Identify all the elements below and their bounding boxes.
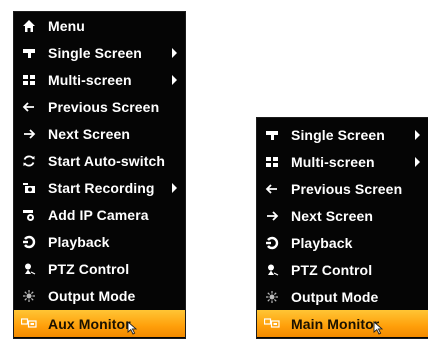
ptz-icon	[14, 262, 44, 276]
menu-item-label: Playback	[48, 234, 110, 251]
menu-item-label: Output Mode	[48, 288, 136, 305]
mouse-cursor-icon	[373, 320, 385, 338]
home-icon	[14, 19, 44, 33]
menu-item-label: Previous Screen	[48, 98, 160, 115]
menu-item-playback[interactable]: Playback	[14, 229, 185, 256]
context-menu-main: Single Screen Multi-screen Previous Scre…	[256, 117, 428, 339]
output-mode-icon	[257, 290, 287, 304]
menu-item-label: Next Screen	[48, 125, 131, 142]
recording-icon	[14, 181, 44, 195]
menu-item-start-auto-switch[interactable]: Start Auto-switch	[14, 147, 185, 174]
single-screen-icon	[257, 128, 287, 142]
chevron-right-icon	[172, 183, 177, 194]
menu-item-label: Main Monitor	[291, 315, 380, 332]
menu-item-next-screen[interactable]: Next Screen	[14, 120, 185, 147]
menu-item-single-screen[interactable]: Single Screen	[14, 39, 185, 66]
menu-item-label: Multi-screen	[48, 71, 132, 88]
menu-item-ptz-control[interactable]: PTZ Control	[257, 256, 428, 283]
menu-item-label: Aux Monitor	[48, 315, 131, 332]
multi-screen-icon	[14, 73, 44, 87]
menu-item-label: Output Mode	[291, 288, 379, 305]
ip-camera-icon	[14, 208, 44, 222]
arrow-left-icon	[14, 100, 44, 114]
menu-item-label: Single Screen	[48, 44, 142, 61]
context-menu-aux: Menu Single Screen Multi-screen Previous…	[13, 11, 186, 339]
arrow-left-icon	[257, 182, 287, 196]
chevron-right-icon	[172, 47, 177, 58]
single-screen-icon	[14, 46, 44, 60]
menu-item-menu[interactable]: Menu	[14, 12, 185, 39]
menu-item-start-recording[interactable]: Start Recording	[14, 175, 185, 202]
chevron-right-icon	[415, 129, 420, 140]
menu-item-single-screen[interactable]: Single Screen	[257, 121, 428, 148]
menu-item-label: Previous Screen	[291, 180, 403, 197]
menu-item-label: Single Screen	[291, 126, 385, 143]
menu-item-aux-monitor[interactable]: Aux Monitor	[14, 310, 185, 338]
chevron-right-icon	[172, 74, 177, 85]
monitor-icon	[14, 317, 44, 330]
menu-item-label: Playback	[291, 234, 353, 251]
menu-item-label: Next Screen	[291, 207, 374, 224]
ptz-icon	[257, 263, 287, 277]
playback-icon	[14, 235, 44, 249]
mouse-cursor-icon	[127, 320, 139, 338]
arrow-right-icon	[257, 209, 287, 223]
multi-screen-icon	[257, 155, 287, 169]
menu-item-multi-screen[interactable]: Multi-screen	[257, 148, 428, 175]
arrow-right-icon	[14, 127, 44, 141]
menu-item-add-ip-camera[interactable]: Add IP Camera	[14, 202, 185, 229]
menu-item-playback[interactable]: Playback	[257, 229, 428, 256]
chevron-right-icon	[415, 156, 420, 167]
playback-icon	[257, 236, 287, 250]
menu-item-output-mode[interactable]: Output Mode	[257, 283, 428, 310]
monitor-icon	[257, 317, 287, 330]
auto-switch-icon	[14, 154, 44, 168]
menu-item-ptz-control[interactable]: PTZ Control	[14, 256, 185, 283]
output-mode-icon	[14, 289, 44, 303]
menu-item-label: Start Auto-switch	[48, 153, 166, 170]
menu-item-label: PTZ Control	[48, 261, 130, 278]
menu-item-previous-screen[interactable]: Previous Screen	[257, 175, 428, 202]
menu-item-multi-screen[interactable]: Multi-screen	[14, 66, 185, 93]
menu-item-label: Multi-screen	[291, 153, 375, 170]
menu-item-next-screen[interactable]: Next Screen	[257, 202, 428, 229]
menu-item-output-mode[interactable]: Output Mode	[14, 283, 185, 310]
menu-item-label: Add IP Camera	[48, 207, 149, 224]
menu-item-label: PTZ Control	[291, 261, 373, 278]
menu-item-previous-screen[interactable]: Previous Screen	[14, 93, 185, 120]
menu-item-label: Menu	[48, 17, 85, 34]
menu-item-main-monitor[interactable]: Main Monitor	[257, 310, 428, 337]
menu-item-label: Start Recording	[48, 180, 155, 197]
